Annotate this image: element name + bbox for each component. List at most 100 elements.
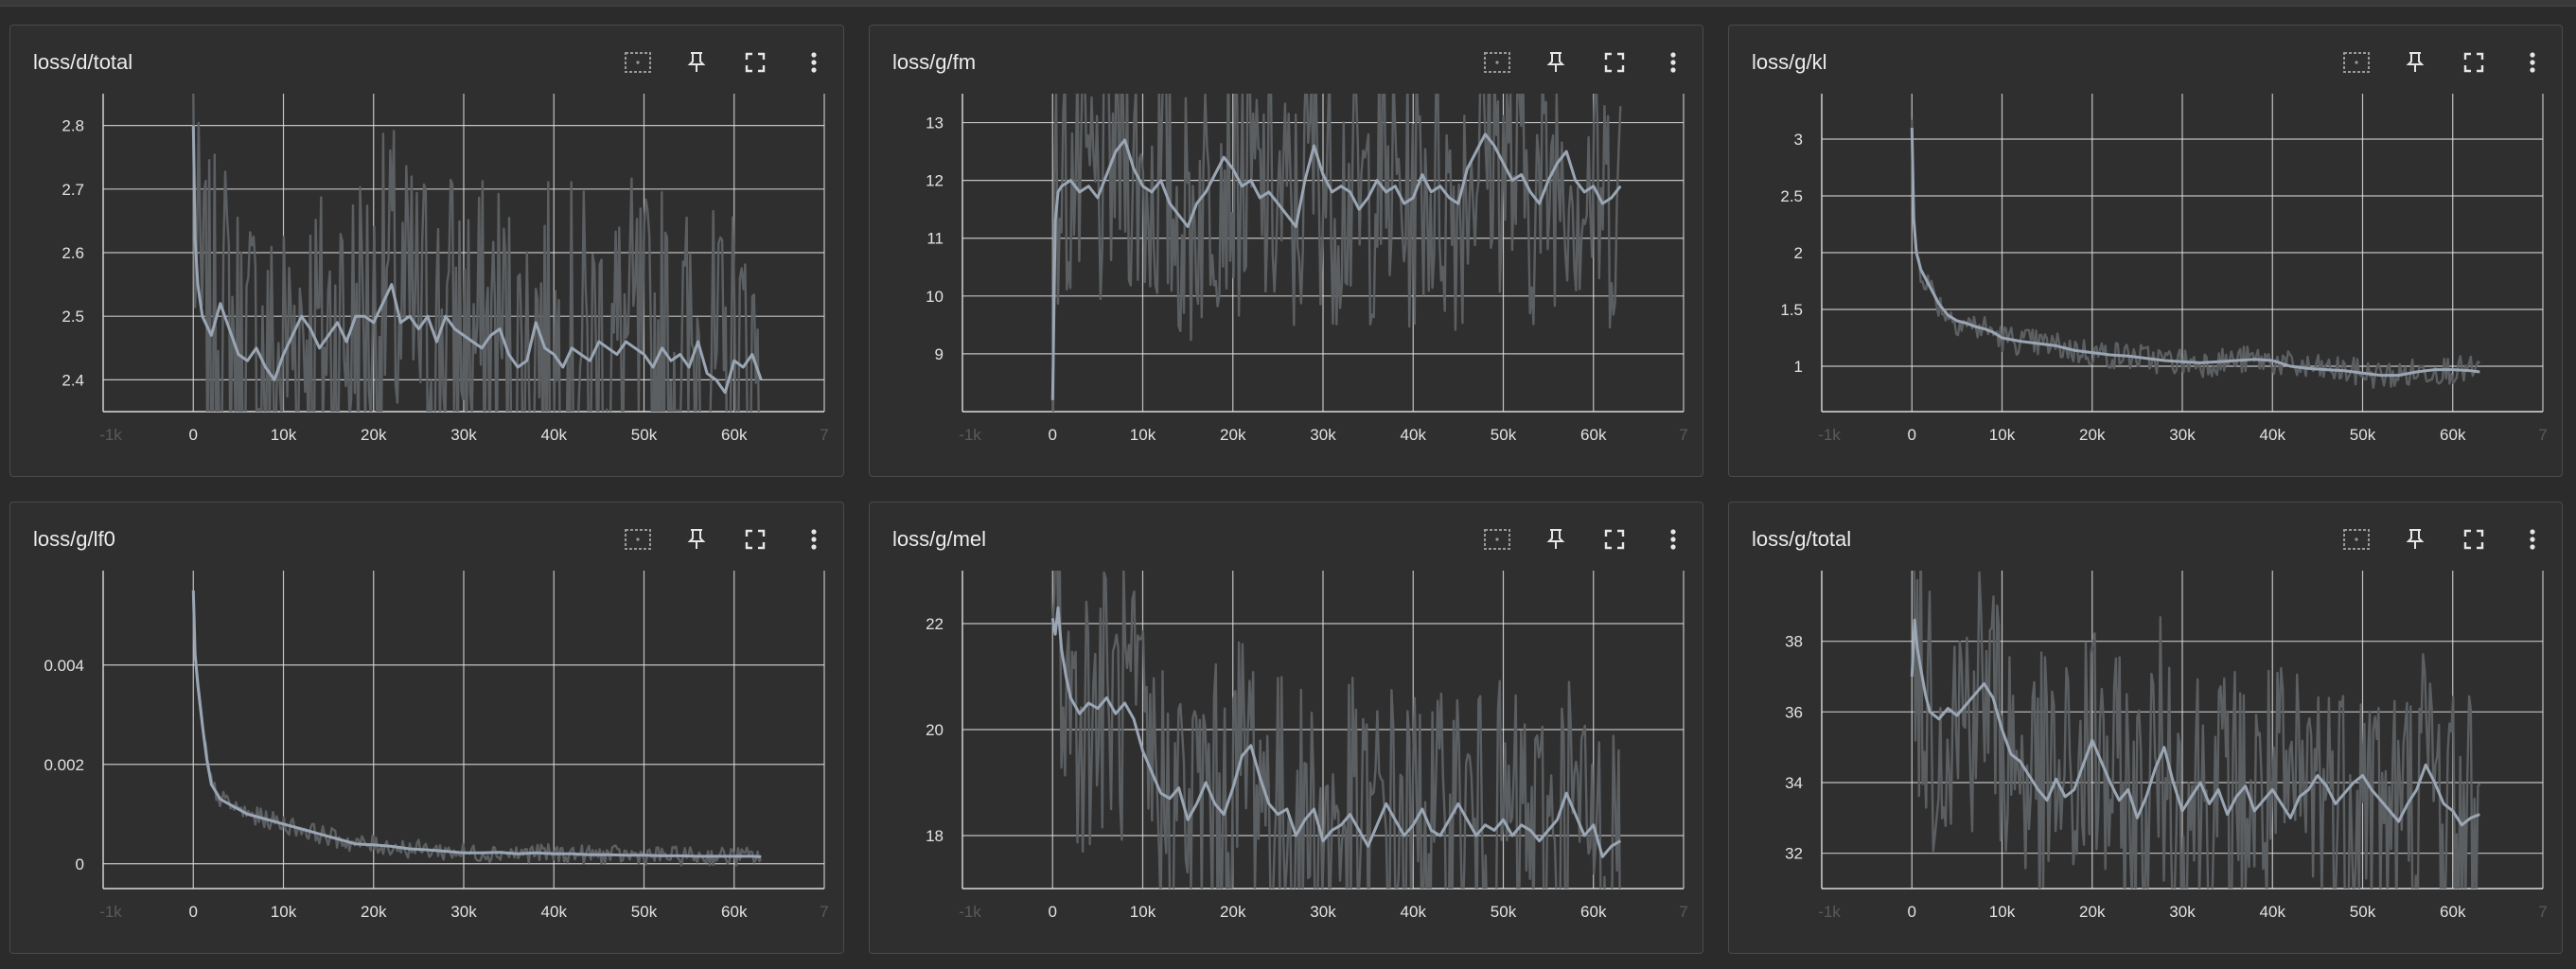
x-tick-label: 10k	[271, 426, 297, 444]
chart-card-loss-g-lf0: loss/g/lf0 0 0.002 0.004 0 10k 20k 30k 40k 50k 60k…	[9, 502, 844, 954]
y-tick-label: 22	[926, 615, 944, 633]
raw-series-line	[1051, 94, 1622, 412]
raw-series-line	[192, 597, 763, 867]
x-tick-label: 50k	[631, 426, 658, 444]
x-tick-label: 50k	[1491, 903, 1517, 921]
x-edge-label: 7	[1679, 426, 1687, 444]
y-tick-label: 34	[1785, 774, 1803, 792]
y-tick-label: 13	[926, 115, 944, 132]
raw-series-line	[1051, 571, 1621, 889]
y-tick-label: 2.8	[62, 117, 84, 135]
x-tick-label: 50k	[2350, 426, 2376, 444]
y-tick-label: 1.5	[1780, 301, 1803, 319]
x-tick-label: 40k	[1401, 903, 1427, 921]
x-tick-label: 0	[1908, 903, 1916, 921]
x-tick-label: 30k	[450, 426, 477, 444]
x-edge-label: 7	[2538, 903, 2547, 921]
chart-card-loss-g-fm: loss/g/fm 9 10 11 12 13 0 10k 20k 30k 40k 50k 60k -1k…	[869, 25, 1703, 477]
raw-series-line	[1911, 119, 2481, 389]
x-tick-label: 60k	[2440, 903, 2466, 921]
x-tick-label: 20k	[2079, 903, 2106, 921]
y-tick-label: 0.002	[44, 756, 84, 774]
y-tick-label: 2.5	[62, 308, 84, 326]
x-edge-label: 7	[1679, 903, 1687, 921]
x-tick-label: 0	[189, 903, 198, 921]
x-edge-label: -1k	[99, 903, 122, 921]
x-tick-label: 40k	[2260, 903, 2286, 921]
x-tick-label: 30k	[450, 903, 477, 921]
x-tick-label: 20k	[2079, 426, 2106, 444]
raw-series-line	[192, 94, 760, 412]
y-tick-label: 2.4	[62, 371, 84, 389]
x-tick-label: 10k	[1989, 903, 2016, 921]
x-edge-label: 7	[2538, 426, 2547, 444]
x-tick-label: 30k	[1310, 426, 1336, 444]
x-edge-label: -1k	[1818, 903, 1841, 921]
y-tick-label: 9	[935, 345, 944, 363]
x-edge-label: 7	[820, 903, 828, 921]
y-tick-label: 36	[1785, 703, 1803, 721]
x-tick-label: 60k	[1580, 426, 1607, 444]
y-tick-label: 38	[1785, 633, 1803, 651]
x-tick-label: 40k	[1401, 426, 1427, 444]
x-edge-label: -1k	[1818, 426, 1841, 444]
x-tick-label: 10k	[1130, 903, 1156, 921]
x-tick-label: 0	[1908, 426, 1916, 444]
y-tick-label: 0.004	[44, 657, 84, 675]
x-tick-label: 30k	[2169, 903, 2196, 921]
y-tick-label: 1	[1794, 358, 1803, 376]
x-tick-label: 10k	[1989, 426, 2016, 444]
chart-plot[interactable]: 2.4 2.5 2.6 2.7 2.8 0 10k 20k 30k 40k 50k 60k -1k 7	[10, 26, 843, 476]
x-tick-label: 30k	[2169, 426, 2196, 444]
chart-plot[interactable]: 18 20 22 0 10k 20k 30k 40k 50k 60k -1k 7	[870, 502, 1703, 953]
x-tick-label: 10k	[1130, 426, 1156, 444]
x-edge-label: -1k	[99, 426, 122, 444]
y-tick-label: 10	[926, 288, 944, 306]
x-tick-label: 50k	[2350, 903, 2376, 921]
y-tick-label: 32	[1785, 845, 1803, 863]
chart-card-loss-g-mel: loss/g/mel 18 20 22 0 10k 20k 30k 40k 50k 60k -1k 7	[869, 502, 1703, 954]
x-tick-label: 0	[1049, 426, 1057, 444]
x-edge-label: -1k	[959, 903, 981, 921]
x-tick-label: 20k	[361, 903, 387, 921]
y-tick-label: 11	[926, 230, 944, 248]
x-tick-label: 0	[189, 426, 198, 444]
chart-plot[interactable]: 32 34 36 38 0 10k 20k 30k 40k 50k 60k -1k 7	[1729, 502, 2562, 953]
chart-plot[interactable]: 0 0.002 0.004 0 10k 20k 30k 40k 50k 60k -1k 7	[10, 502, 843, 953]
x-tick-label: 40k	[2260, 426, 2286, 444]
chart-plot[interactable]: 9 10 11 12 13 0 10k 20k 30k 40k 50k 60k -1k 7	[870, 26, 1703, 476]
y-tick-label: 2	[1794, 244, 1803, 262]
x-edge-label: 7	[820, 426, 828, 444]
x-tick-label: 40k	[541, 426, 568, 444]
x-tick-label: 60k	[1580, 903, 1607, 921]
x-tick-label: 60k	[2440, 426, 2466, 444]
card-grid: loss/d/total 2.4 2.5 2.6 2.7 2.8 0 10k 20k 30k 40k…	[9, 25, 2563, 954]
x-tick-label: 20k	[361, 426, 387, 444]
x-tick-label: 60k	[721, 426, 748, 444]
x-tick-label: 50k	[1491, 426, 1517, 444]
chart-card-loss-g-total: loss/g/total 32 34 36 38 0 10k 20k 30k 40k 50k 60k -…	[1728, 502, 2563, 954]
y-tick-label: 0	[76, 855, 84, 873]
x-tick-label: 30k	[1310, 903, 1336, 921]
y-tick-label: 3	[1794, 131, 1803, 149]
raw-series-line	[1913, 571, 2481, 889]
y-tick-label: 18	[926, 827, 944, 845]
x-tick-label: 40k	[541, 903, 568, 921]
chart-card-loss-d-total: loss/d/total 2.4 2.5 2.6 2.7 2.8 0 10k 20k 30k 40k…	[9, 25, 844, 477]
y-tick-label: 12	[926, 172, 944, 190]
y-tick-label: 2.7	[62, 181, 84, 199]
x-edge-label: -1k	[959, 426, 981, 444]
chart-plot[interactable]: 1 1.5 2 2.5 3 0 10k 20k 30k 40k 50k 60k -1k 7	[1729, 26, 2562, 476]
y-tick-label: 20	[926, 721, 944, 739]
x-tick-label: 10k	[271, 903, 297, 921]
x-tick-label: 50k	[631, 903, 658, 921]
x-tick-label: 20k	[1220, 426, 1246, 444]
x-tick-label: 60k	[721, 903, 748, 921]
y-tick-label: 2.6	[62, 244, 84, 262]
smoothed-series-line	[191, 590, 762, 858]
x-tick-label: 0	[1049, 903, 1057, 921]
top-bar	[0, 0, 2576, 7]
x-tick-label: 20k	[1220, 903, 1246, 921]
y-tick-label: 2.5	[1780, 187, 1803, 205]
chart-card-loss-g-kl: loss/g/kl 1 1.5 2 2.5 3 0 10k 20k 30k 40k 50k 60k -1k…	[1728, 25, 2563, 477]
